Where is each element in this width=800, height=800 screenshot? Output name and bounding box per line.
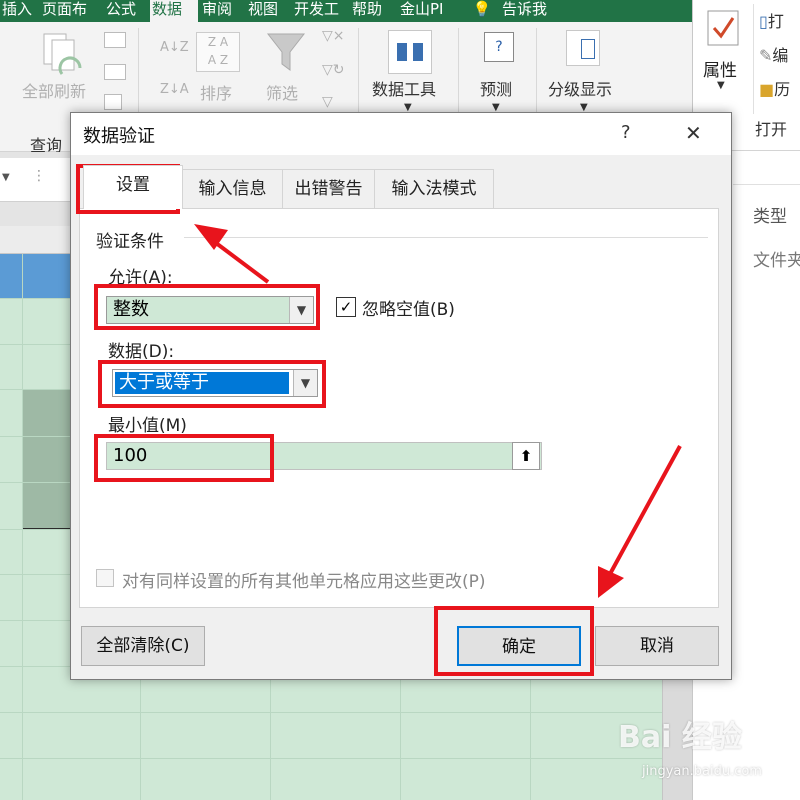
watermark-brand: Bai 经验 (618, 720, 742, 755)
watermark: Bai 经验 jingyan.baidu.com (588, 712, 788, 792)
tab-settings[interactable]: 设置 (83, 165, 183, 209)
annotation-arrow-line (210, 238, 270, 284)
watermark-url: jingyan.baidu.com (642, 764, 762, 779)
annotation-arrow-line (608, 445, 682, 575)
annotation-arrows (194, 224, 682, 598)
